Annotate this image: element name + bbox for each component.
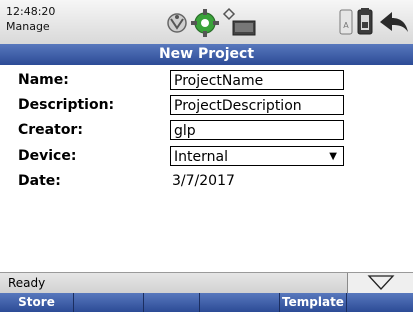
device-select[interactable]: Internal ▼	[170, 146, 344, 166]
page-title: New Project	[0, 44, 413, 65]
name-field[interactable]: ProjectName	[170, 70, 344, 90]
creator-field[interactable]: glp	[170, 120, 344, 140]
top-bar: 12:48:20 Manage A	[0, 0, 413, 45]
status-icons	[167, 7, 256, 37]
softkey-bar: Store Template	[0, 293, 413, 312]
sd-card-icon[interactable]: A	[339, 9, 353, 35]
gps-icon[interactable]	[191, 9, 219, 37]
chevron-down-icon[interactable]: ▼	[329, 147, 337, 165]
triangle-down-icon	[367, 275, 395, 290]
softkey-3[interactable]	[144, 293, 200, 312]
status-bar: Ready	[0, 272, 413, 293]
softkey-store[interactable]: Store	[0, 293, 74, 312]
network-icon[interactable]	[167, 13, 187, 33]
softkey-6[interactable]	[347, 293, 413, 312]
status-dropdown-button[interactable]	[347, 273, 413, 293]
device-label: Device:	[18, 148, 77, 164]
device-icon	[232, 20, 256, 36]
softkey-4[interactable]	[200, 293, 280, 312]
svg-text:A: A	[343, 21, 349, 30]
creator-label: Creator:	[18, 122, 83, 138]
back-icon[interactable]	[380, 12, 408, 32]
date-value: 3/7/2017	[172, 173, 235, 189]
mode-label: Manage	[6, 20, 50, 33]
softkey-2[interactable]	[74, 293, 144, 312]
right-icons: A	[339, 8, 408, 35]
description-label: Description:	[18, 97, 115, 113]
description-field[interactable]: ProjectDescription	[170, 95, 344, 115]
device-value: Internal	[174, 149, 228, 165]
signal-icon	[222, 7, 236, 21]
status-text: Ready	[8, 276, 46, 290]
softkey-template[interactable]: Template	[280, 293, 347, 312]
name-label: Name:	[18, 72, 69, 88]
battery-icon[interactable]	[357, 8, 373, 35]
date-label: Date:	[18, 173, 61, 189]
clock: 12:48:20	[6, 5, 56, 18]
